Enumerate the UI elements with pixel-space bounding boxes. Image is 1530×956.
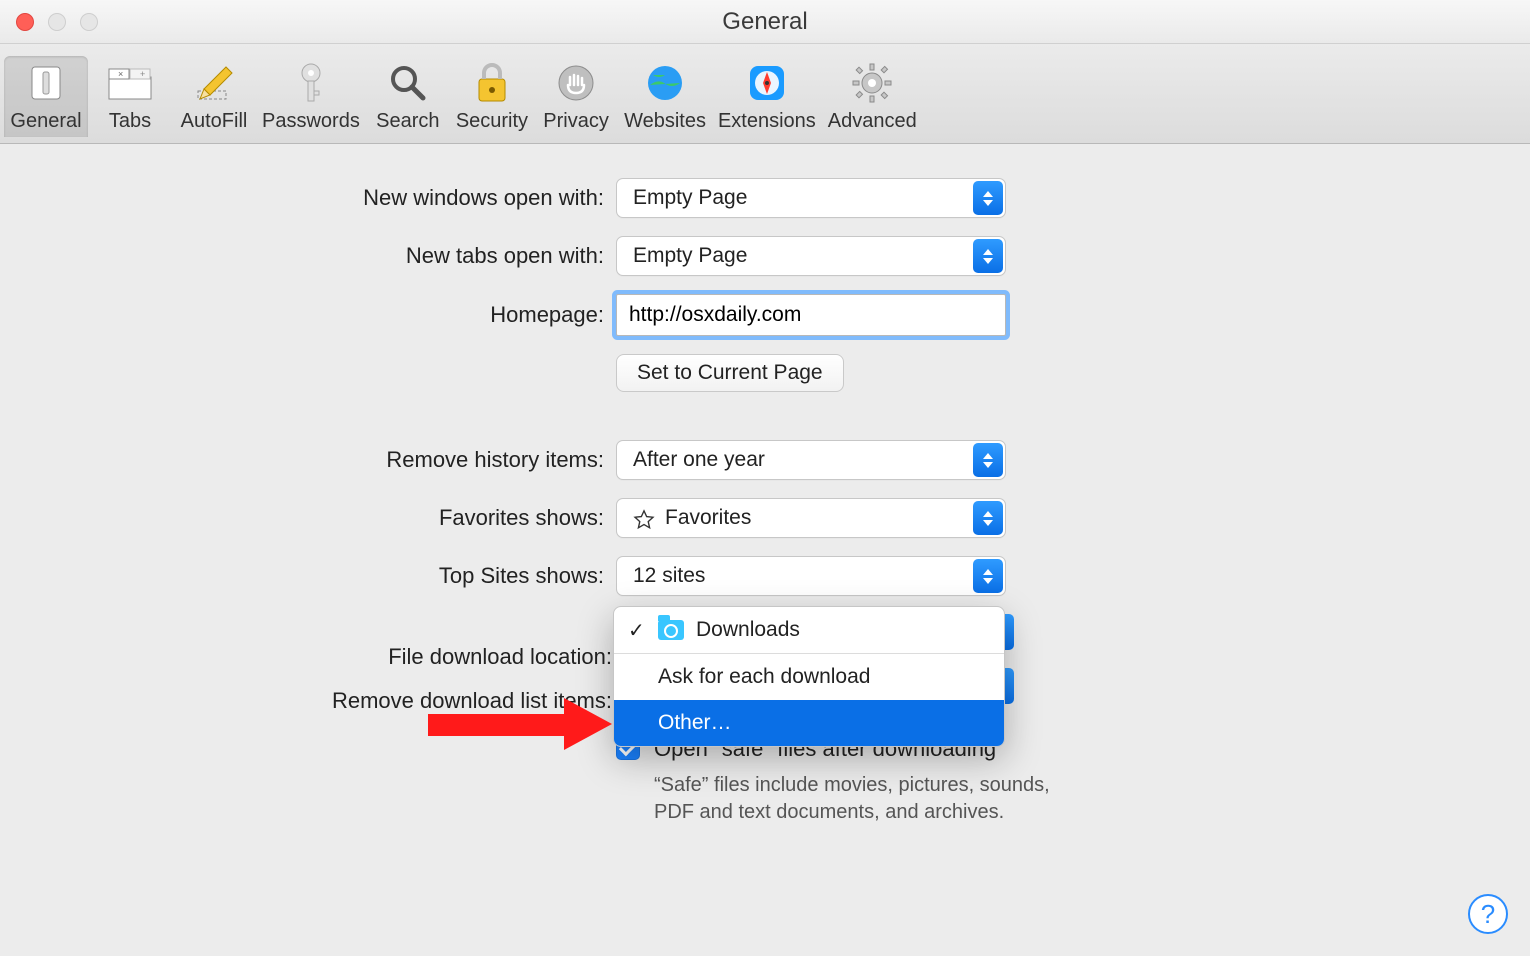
window-title: General — [0, 8, 1530, 36]
toolbar-websites[interactable]: Websites — [618, 56, 712, 137]
label-download-location: File download location: — [0, 644, 616, 670]
toolbar-label: Websites — [624, 110, 706, 133]
toolbar-label: Search — [376, 110, 439, 133]
checkmark-icon: ✓ — [628, 618, 645, 643]
label-remove-history: Remove history items: — [0, 447, 616, 473]
toolbar-label: Privacy — [543, 110, 609, 133]
label-new-windows: New windows open with: — [0, 185, 616, 211]
popup-value: After one year — [633, 448, 765, 472]
menu-item-label: Ask for each download — [658, 665, 870, 689]
pencil-icon — [191, 60, 237, 106]
toolbar-search[interactable]: Search — [366, 56, 450, 137]
menu-item-label: Other… — [658, 711, 732, 735]
menu-item-other[interactable]: Other… — [614, 700, 1004, 746]
svg-text:×: × — [118, 69, 123, 79]
toolbar-tabs[interactable]: ×+ Tabs — [88, 56, 172, 137]
chevron-updown-icon — [973, 181, 1003, 215]
toolbar-general[interactable]: General — [4, 56, 88, 137]
toolbar-label: Extensions — [718, 110, 816, 133]
preferences-toolbar: General ×+ Tabs AutoFill Passwords Searc… — [0, 44, 1530, 144]
toolbar-label: Security — [456, 110, 528, 133]
switch-icon — [23, 60, 69, 106]
popup-remove-history[interactable]: After one year — [616, 440, 1006, 480]
toolbar-privacy[interactable]: Privacy — [534, 56, 618, 137]
key-icon — [288, 60, 334, 106]
titlebar: General — [0, 0, 1530, 44]
help-button[interactable]: ? — [1468, 894, 1508, 934]
popup-value: Favorites — [665, 506, 751, 530]
open-safe-files-description: “Safe” files include movies, pictures, s… — [654, 772, 1074, 826]
label-new-tabs: New tabs open with: — [0, 243, 616, 269]
popup-value: Empty Page — [633, 186, 747, 210]
magnifier-icon — [385, 60, 431, 106]
toolbar-label: General — [10, 110, 81, 133]
download-location-menu: ✓ Downloads Ask for each download Other… — [613, 606, 1005, 747]
menu-item-label: Downloads — [696, 618, 800, 642]
popup-value: Empty Page — [633, 244, 747, 268]
label-top-sites: Top Sites shows: — [0, 563, 616, 589]
open-safe-files-checkbox-row: Open "safe" files after downloading “Saf… — [616, 736, 1074, 826]
toolbar-label: Advanced — [828, 110, 917, 133]
popup-top-sites[interactable]: 12 sites — [616, 556, 1006, 596]
star-icon — [633, 509, 655, 531]
popup-new-tabs[interactable]: Empty Page — [616, 236, 1006, 276]
homepage-input[interactable] — [616, 294, 1006, 336]
lock-icon — [469, 60, 515, 106]
toolbar-label: Passwords — [262, 110, 360, 133]
menu-item-ask-each[interactable]: Ask for each download — [614, 654, 1004, 700]
svg-text:+: + — [140, 69, 145, 79]
gear-icon — [849, 60, 895, 106]
help-icon: ? — [1481, 899, 1495, 930]
folder-icon — [658, 620, 684, 640]
tab-icon: ×+ — [107, 60, 153, 106]
popup-new-windows[interactable]: Empty Page — [616, 178, 1006, 218]
toolbar-advanced[interactable]: Advanced — [822, 56, 923, 137]
chevron-updown-icon — [973, 501, 1003, 535]
chevron-updown-icon — [973, 559, 1003, 593]
globe-icon — [642, 60, 688, 106]
hand-icon — [553, 60, 599, 106]
toolbar-security[interactable]: Security — [450, 56, 534, 137]
toolbar-label: Tabs — [109, 110, 151, 133]
toolbar-passwords[interactable]: Passwords — [256, 56, 366, 137]
menu-item-downloads[interactable]: ✓ Downloads — [614, 607, 1004, 653]
chevron-updown-icon — [973, 443, 1003, 477]
popup-value: 12 sites — [633, 564, 705, 588]
chevron-updown-icon — [973, 239, 1003, 273]
label-favorites: Favorites shows: — [0, 505, 616, 531]
set-current-page-button[interactable]: Set to Current Page — [616, 354, 844, 392]
toolbar-extensions[interactable]: Extensions — [712, 56, 822, 137]
toolbar-autofill[interactable]: AutoFill — [172, 56, 256, 137]
popup-favorites[interactable]: Favorites — [616, 498, 1006, 538]
label-homepage: Homepage: — [0, 302, 616, 328]
annotation-arrow — [428, 700, 614, 748]
compass-icon — [744, 60, 790, 106]
toolbar-label: AutoFill — [181, 110, 248, 133]
